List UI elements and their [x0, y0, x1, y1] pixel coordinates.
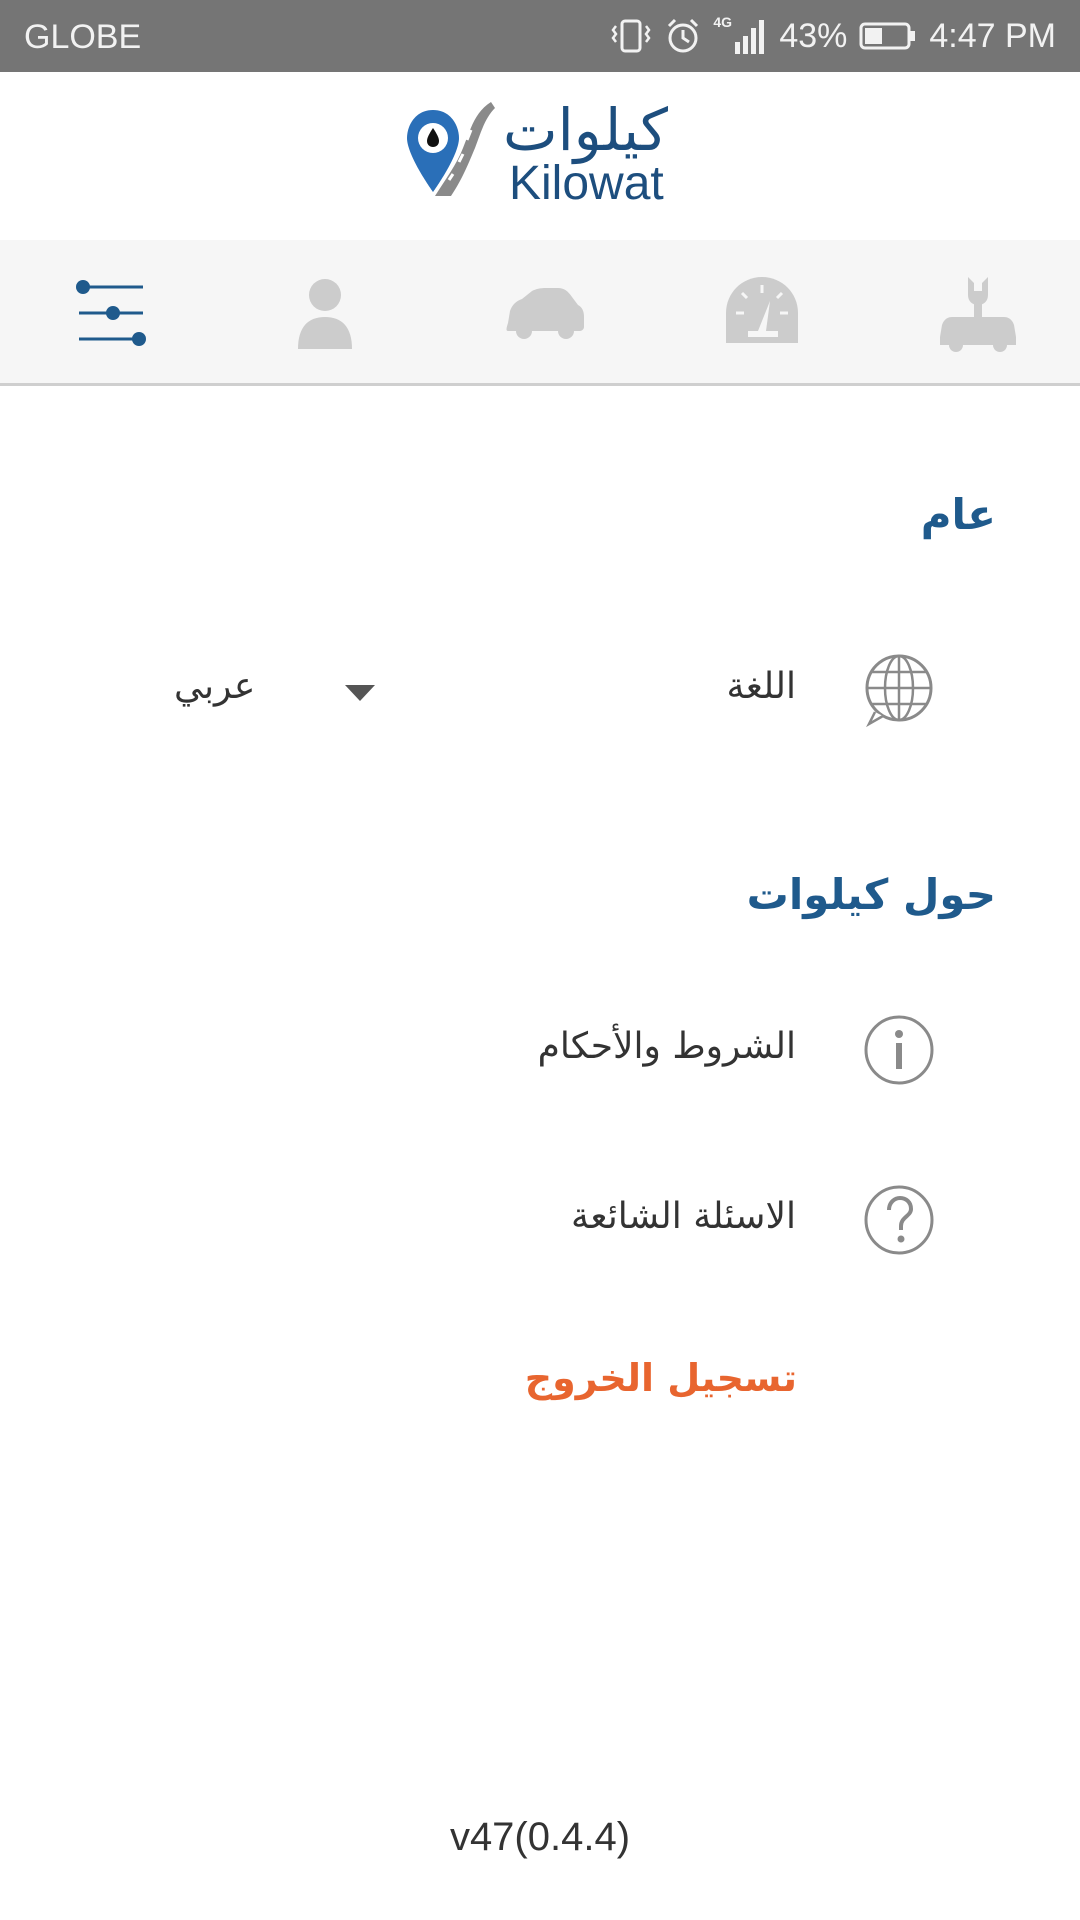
question-icon — [864, 1185, 934, 1255]
logout-button[interactable]: تسجيل الخروج — [525, 1356, 797, 1400]
tab-bar — [0, 240, 1080, 386]
car-icon — [506, 288, 584, 339]
speedometer-icon — [726, 277, 798, 343]
language-value: عربي — [174, 666, 256, 707]
battery-percent: 43% — [779, 16, 848, 55]
car-service-icon — [940, 277, 1016, 352]
language-label: اللغة — [726, 666, 796, 707]
logo-arabic-text: كيلوات — [503, 96, 668, 164]
globe-icon — [865, 654, 933, 728]
app-version: v47(0.4.4) — [449, 1815, 631, 1859]
location-pin-icon — [407, 102, 495, 196]
carrier-name: GLOBE — [24, 18, 142, 56]
tab-dashboard[interactable] — [712, 268, 812, 358]
faq-label: الاسئلة الشائعة — [571, 1196, 796, 1237]
tab-car[interactable] — [494, 268, 594, 358]
status-icons: 4G 43% 4:47 PM — [609, 14, 1056, 58]
tab-service[interactable] — [928, 268, 1028, 358]
chevron-down-icon — [345, 685, 375, 701]
kilowat-logo: كيلوات Kilowat — [405, 96, 675, 220]
info-icon — [864, 1015, 934, 1085]
app-header: كيلوات Kilowat — [0, 72, 1080, 240]
section-title-general: عام — [920, 490, 996, 539]
tab-settings[interactable] — [64, 268, 154, 358]
status-bar: GLOBE 4G 43% 4:47 PM — [0, 0, 1080, 72]
section-title-about: حول كيلوات — [746, 870, 996, 919]
signal-icon: 4G — [713, 14, 767, 56]
alarm-icon — [665, 16, 701, 56]
logo-english-text: Kilowat — [509, 157, 664, 210]
status-time: 4:47 PM — [929, 16, 1056, 55]
sliders-icon — [76, 280, 146, 346]
vibrate-icon — [609, 16, 653, 56]
terms-label: الشروط والأحكام — [537, 1026, 796, 1067]
tab-profile[interactable] — [280, 268, 370, 358]
user-icon — [298, 279, 352, 349]
battery-icon — [859, 21, 917, 51]
